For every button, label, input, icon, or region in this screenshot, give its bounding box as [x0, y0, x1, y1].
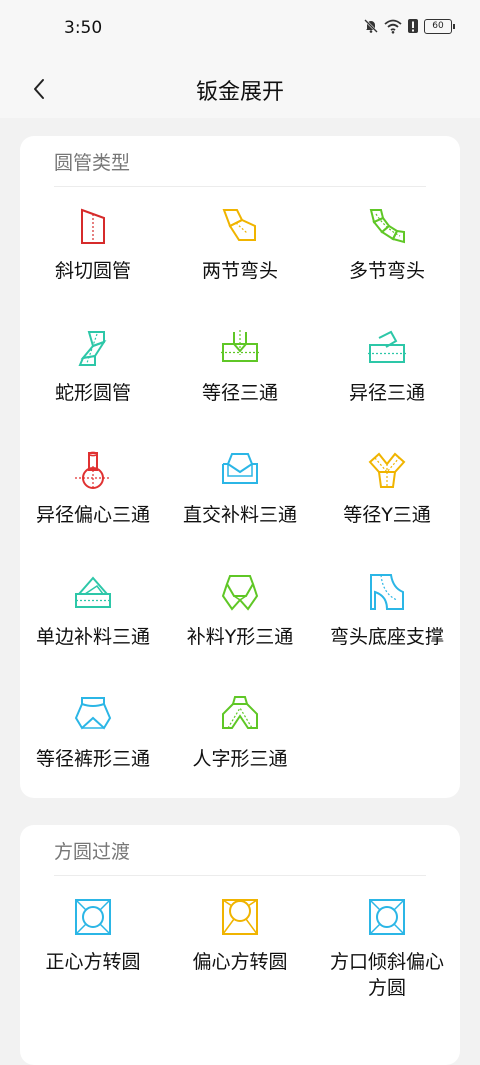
section-title: 方圆过渡: [54, 841, 131, 863]
grid-item-multi-section-elbow[interactable]: 多节弯头: [314, 206, 460, 284]
grid-item-snake-pipe[interactable]: 蛇形圆管: [20, 328, 166, 406]
grid-item-label: 补料Y形三通: [186, 626, 294, 648]
bevel-cut-pipe-icon: [81, 208, 105, 244]
grid-item-label: 弯头底座支撑: [329, 626, 444, 648]
elbow-base-support-icon: [370, 574, 404, 610]
status-bar: 3:50 60: [0, 0, 480, 60]
grid-item-reducing-tee[interactable]: 异径三通: [314, 328, 460, 406]
grid-item-label: 多节弯头: [348, 260, 425, 282]
grid-item-equal-pants-tee[interactable]: 等径裤形三通: [20, 694, 166, 772]
grid-item-label: 直交补料三通: [182, 504, 297, 526]
single-side-patch-tee-icon: [75, 576, 111, 608]
section-divider: [54, 186, 426, 187]
grid-item-single-side-patch-tee[interactable]: 单边补料三通: [20, 572, 166, 650]
grid-item-label: 偏心方转圆: [192, 951, 288, 973]
snake-pipe-icon: [78, 331, 107, 366]
title-bar: 钣金展开: [0, 60, 480, 118]
inclined-eccentric-square-round-icon: [369, 899, 405, 935]
grid-item-label: 等径Y三通: [343, 504, 431, 526]
section-divider: [54, 875, 426, 876]
centered-square-to-round-icon: [75, 899, 111, 935]
eccentric-square-to-round-icon: [222, 899, 258, 935]
alert-icon: [408, 19, 418, 33]
grid-item-centered-square-to-round[interactable]: 正心方转圆: [20, 897, 166, 975]
herringbone-tee-icon: [222, 696, 258, 729]
equal-pants-tee-icon: [74, 697, 112, 730]
status-time: 3:50: [64, 18, 103, 38]
grid-item-label: 两节弯头: [201, 260, 278, 282]
orthogonal-patch-tee-icon: [222, 453, 258, 484]
section-card-square-round-transition: 方圆过渡 正心方转圆 偏心方转圆 方口倾斜偏心方圆: [20, 825, 460, 1065]
grid-item-label: 异径偏心三通: [35, 504, 150, 526]
grid-item-bevel-cut-pipe[interactable]: 斜切圆管: [20, 206, 166, 284]
grid-item-label: 等径裤形三通: [35, 748, 150, 770]
battery-indicator: 60: [424, 18, 455, 34]
section-title: 圆管类型: [54, 152, 131, 174]
grid-item-eccentric-reducing-tee[interactable]: 异径偏心三通: [20, 450, 166, 528]
grid-item-equal-y-tee[interactable]: 等径Y三通: [314, 450, 460, 528]
eccentric-reducing-tee-icon: [75, 451, 111, 490]
multi-section-elbow-icon: [369, 209, 405, 244]
status-icons: 60: [363, 18, 455, 34]
grid-item-label: 斜切圆管: [54, 260, 131, 282]
grid-item-label: 异径三通: [348, 382, 425, 404]
grid-item-orthogonal-patch-tee[interactable]: 直交补料三通: [167, 450, 313, 528]
reducing-tee-icon: [368, 330, 406, 363]
grid-item-label: 正心方转圆: [45, 951, 141, 973]
grid-item-patch-y-tee[interactable]: 补料Y形三通: [167, 572, 313, 650]
grid-item-eccentric-square-to-round[interactable]: 偏心方转圆: [167, 897, 313, 975]
equal-y-tee-icon: [368, 452, 406, 488]
grid-item-label: 方口倾斜偏心方圆: [329, 951, 444, 999]
two-section-elbow-icon: [222, 209, 256, 241]
equal-tee-icon: [221, 330, 259, 362]
grid-item-two-section-elbow[interactable]: 两节弯头: [167, 206, 313, 284]
grid-item-equal-tee[interactable]: 等径三通: [167, 328, 313, 406]
grid-item-herringbone-tee[interactable]: 人字形三通: [167, 694, 313, 772]
grid-item-elbow-base-support[interactable]: 弯头底座支撑: [314, 572, 460, 650]
grid-item-inclined-eccentric-square-round[interactable]: 方口倾斜偏心方圆: [314, 897, 460, 1001]
grid-item-label: 人字形三通: [192, 748, 288, 770]
grid-item-label: 单边补料三通: [35, 626, 150, 648]
mute-bell-icon: [364, 19, 378, 33]
wifi-icon: [384, 19, 402, 34]
page-title: 钣金展开: [195, 80, 284, 105]
patch-y-tee-icon: [221, 575, 259, 611]
grid-item-label: 等径三通: [201, 382, 278, 404]
section-card-pipe-types: 圆管类型 斜切圆管 两节弯头 多节弯头 蛇形圆管 等径三通 异径三通 异径偏心三…: [20, 136, 460, 798]
grid-item-label: 蛇形圆管: [54, 382, 131, 404]
